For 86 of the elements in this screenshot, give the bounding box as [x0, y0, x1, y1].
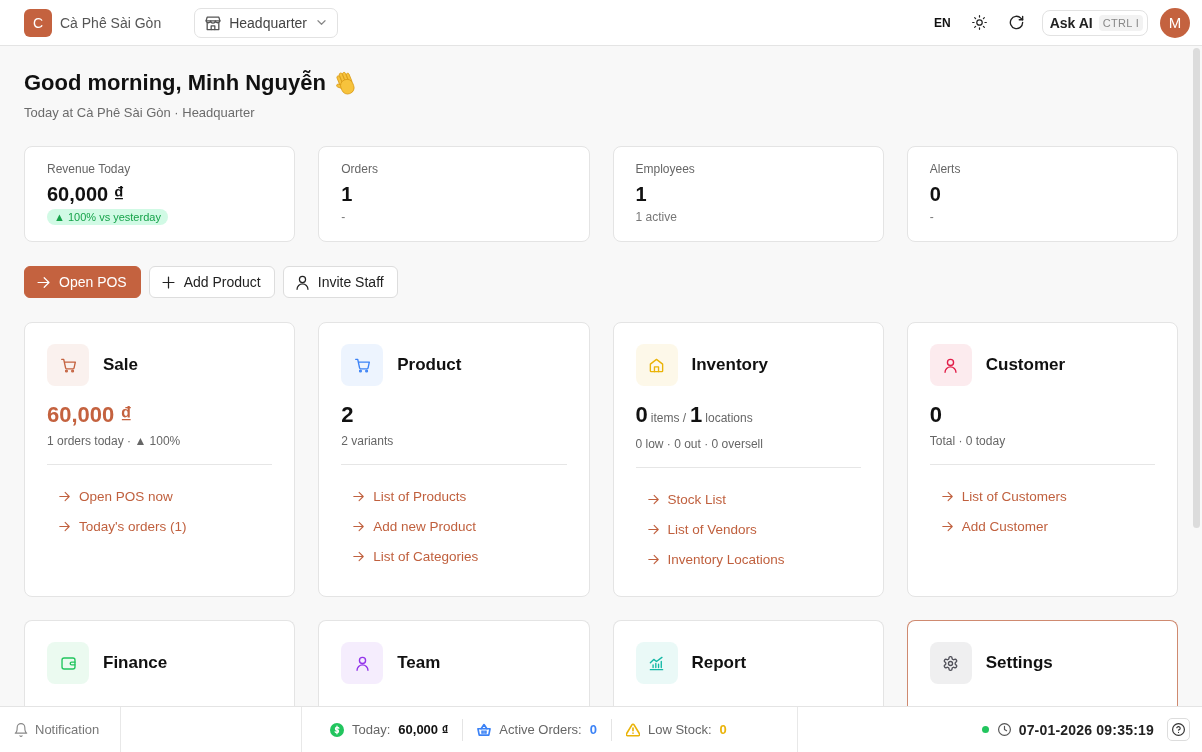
shortcut-hint: CTRL I	[1098, 14, 1143, 31]
stat-label: Alerts	[929, 161, 961, 177]
module-card[interactable]: Report	[612, 620, 884, 706]
module-title: Customer	[985, 355, 1066, 375]
module-card[interactable]: Customer 0 Total · 0 today List of Customers Add Customer	[906, 322, 1178, 597]
module-title: Finance	[103, 653, 168, 673]
module-title: Report	[691, 653, 747, 673]
module-title: Settings	[985, 653, 1053, 673]
module-title: Team	[397, 653, 441, 673]
module-value: 0	[929, 401, 942, 429]
stat-label: Revenue Today	[47, 161, 131, 177]
module-link[interactable]: List of Customers	[940, 481, 1067, 511]
arrow-right-icon	[940, 519, 954, 533]
sun-icon	[972, 15, 988, 30]
module-link[interactable]: Open POS now	[58, 481, 173, 511]
store-icon	[205, 14, 222, 31]
module-link[interactable]: Stock List	[646, 484, 727, 514]
greeting-title: Good morning, Minh Nguyễn	[24, 69, 326, 97]
module-value: 2	[341, 401, 354, 429]
user-icon	[294, 274, 310, 290]
module-card[interactable]: Product 2 2 variants List of Products Add new Product List of Categories	[318, 322, 590, 597]
module-summary: Total · 0 today	[929, 433, 1006, 449]
action-button[interactable]: Invite Staff	[282, 266, 398, 298]
module-link[interactable]: Add new Product	[352, 511, 477, 541]
stat-value: 0	[929, 182, 941, 207]
stat-value: 1	[635, 182, 647, 207]
stat-value: 60,000 ₫	[47, 182, 124, 207]
action-button[interactable]: Add Product	[148, 266, 275, 298]
help-button[interactable]	[1167, 718, 1190, 741]
stat-value: 1	[341, 182, 353, 207]
metric-label: Low Stock:	[647, 722, 712, 737]
module-link[interactable]: List of Categories	[352, 541, 479, 571]
stat-label: Orders	[341, 161, 378, 177]
module-title: Sale	[103, 355, 138, 375]
scrollbar[interactable]	[1193, 48, 1200, 528]
arrow-right-icon	[352, 549, 366, 563]
ask-ai-button[interactable]: Ask AI CTRL I	[1041, 9, 1148, 36]
plus-icon	[160, 274, 176, 290]
module-value: 60,000 ₫	[47, 401, 132, 429]
change-badge: ▲ 100% vs yesterday	[47, 209, 168, 225]
stat-label: Employees	[635, 161, 695, 177]
module-card[interactable]: Settings	[906, 620, 1178, 706]
metric-label: Today:	[352, 722, 391, 737]
brand-logo: C	[24, 8, 52, 37]
module-card[interactable]: Team	[318, 620, 590, 706]
greeting-subtitle: Today at Cà Phê Sài Gòn · Headquarter	[24, 104, 255, 122]
refresh-icon	[1009, 15, 1025, 30]
help-icon	[1172, 723, 1185, 736]
module-card[interactable]: Finance	[24, 620, 296, 706]
metric-value: 60,000 ₫	[398, 722, 449, 737]
arrow-right-icon	[646, 522, 660, 536]
module-card[interactable]: Sale 60,000 ₫ 1 orders today · ▲ 100% Open POS now Today's orders (1)	[24, 322, 296, 597]
action-button[interactable]: Open POS	[24, 266, 141, 298]
module-link[interactable]: List of Products	[352, 481, 467, 511]
datetime: 07-01-2026 09:35:19	[1018, 721, 1154, 738]
arrow-right-icon	[646, 552, 660, 566]
bell-icon	[14, 722, 28, 737]
module-title: Inventory	[691, 355, 769, 375]
arrow-right-icon	[352, 489, 366, 503]
stat-note: 1 active	[635, 209, 677, 226]
metric-value: 0	[589, 722, 597, 737]
module-summary: 2 variants	[341, 433, 394, 449]
module-value: 0 items / 1 locations	[635, 401, 754, 429]
arrow-right-icon	[58, 489, 71, 503]
brand-name: Cà Phê Sài Gòn	[60, 14, 162, 31]
module-summary: 0 low · 0 out · 0 oversell	[635, 436, 763, 452]
stat-note: -	[341, 209, 346, 226]
clock-icon	[997, 723, 1011, 736]
module-title: Product	[397, 355, 462, 375]
arrow-right-icon	[36, 274, 51, 290]
branch-dropdown[interactable]: Headquarter	[194, 7, 338, 38]
module-link[interactable]: List of Vendors	[646, 514, 757, 544]
module-card[interactable]: Inventory 0 items / 1 locations 0 low · 0 out · 0 oversell Stock List List of Vendors Inventory Locations	[612, 322, 884, 597]
language-button[interactable]: EN	[928, 8, 957, 37]
stat-note: -	[929, 209, 934, 226]
module-summary: 1 orders today · ▲ 100%	[47, 433, 181, 449]
module-link[interactable]: Add Customer	[940, 511, 1049, 541]
arrow-right-icon	[646, 492, 660, 506]
user-avatar[interactable]: M	[1160, 7, 1190, 38]
module-link[interactable]: Today's orders (1)	[58, 511, 187, 541]
module-link[interactable]: Inventory Locations	[646, 544, 785, 574]
metric-label: Active Orders:	[499, 722, 582, 737]
arrow-right-icon	[352, 519, 366, 533]
metric-value: 0	[719, 722, 727, 737]
arrow-right-icon	[58, 519, 71, 533]
arrow-right-icon	[940, 489, 954, 503]
